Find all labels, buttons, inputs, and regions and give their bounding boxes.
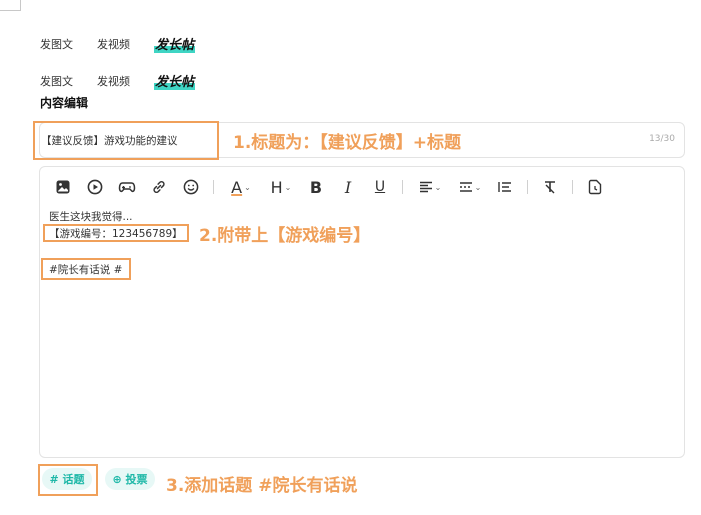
italic-icon[interactable]: I <box>338 177 358 197</box>
font-color-icon[interactable]: A ⌄ <box>226 177 256 197</box>
bold-icon[interactable]: B <box>306 177 326 197</box>
video-icon[interactable] <box>85 177 105 197</box>
divider-style-icon[interactable]: ⌄ <box>455 177 485 197</box>
tab-image-text[interactable]: 发图文 <box>40 36 73 52</box>
post-type-tabs: 发图文 发视频 发长帖 <box>40 71 219 90</box>
toolbar-divider <box>402 180 403 194</box>
add-topic-button[interactable]: # 话题 <box>42 468 92 490</box>
corner-mark <box>0 0 21 11</box>
heading-icon[interactable]: H ⌄ <box>266 177 296 197</box>
gamepad-icon[interactable] <box>117 177 137 197</box>
toolbar-divider <box>527 180 528 194</box>
clear-format-icon[interactable] <box>540 177 560 197</box>
content-editor[interactable] <box>39 166 685 458</box>
link-icon[interactable] <box>149 177 169 197</box>
section-title: 内容编辑 <box>40 96 89 110</box>
editor-toolbar: A ⌄ H ⌄ B I U ⌄ ⌄ <box>53 176 617 198</box>
tab-long-post[interactable]: 发长帖 <box>154 34 196 53</box>
emoji-icon[interactable] <box>181 177 201 197</box>
tab-video[interactable]: 发视频 <box>97 36 130 52</box>
image-icon[interactable] <box>53 177 73 197</box>
tab-image-text[interactable]: 发图文 <box>40 73 73 89</box>
toolbar-divider <box>572 180 573 194</box>
annotation-game-number: 2.附带上【游戏编号】 <box>199 226 371 246</box>
tab-video[interactable]: 发视频 <box>97 73 130 89</box>
underline-icon[interactable]: U <box>370 177 390 197</box>
history-icon[interactable] <box>585 177 605 197</box>
annotation-topic: 3.添加话题 #院长有话说 <box>166 476 358 496</box>
add-vote-button[interactable]: ⊕ 投票 <box>105 468 155 490</box>
title-value-highlight: 【建议反馈】游戏功能的建议 <box>33 121 219 160</box>
body-text-line: 医生这块我觉得... <box>49 211 133 223</box>
tab-long-post[interactable]: 发长帖 <box>154 71 196 90</box>
game-number-highlight: 【游戏编号：123456789】 <box>43 224 189 242</box>
align-icon[interactable]: ⌄ <box>415 177 445 197</box>
title-char-counter: 13/30 <box>649 134 675 144</box>
toolbar-divider <box>213 180 214 194</box>
topic-tag-highlight: #院长有话说 # <box>41 258 131 280</box>
post-type-tabs-top: 发图文 发视频 发长帖 <box>40 34 219 53</box>
list-indent-icon[interactable] <box>495 177 515 197</box>
annotation-title: 1.标题为：【建议反馈】+标题 <box>233 133 462 153</box>
